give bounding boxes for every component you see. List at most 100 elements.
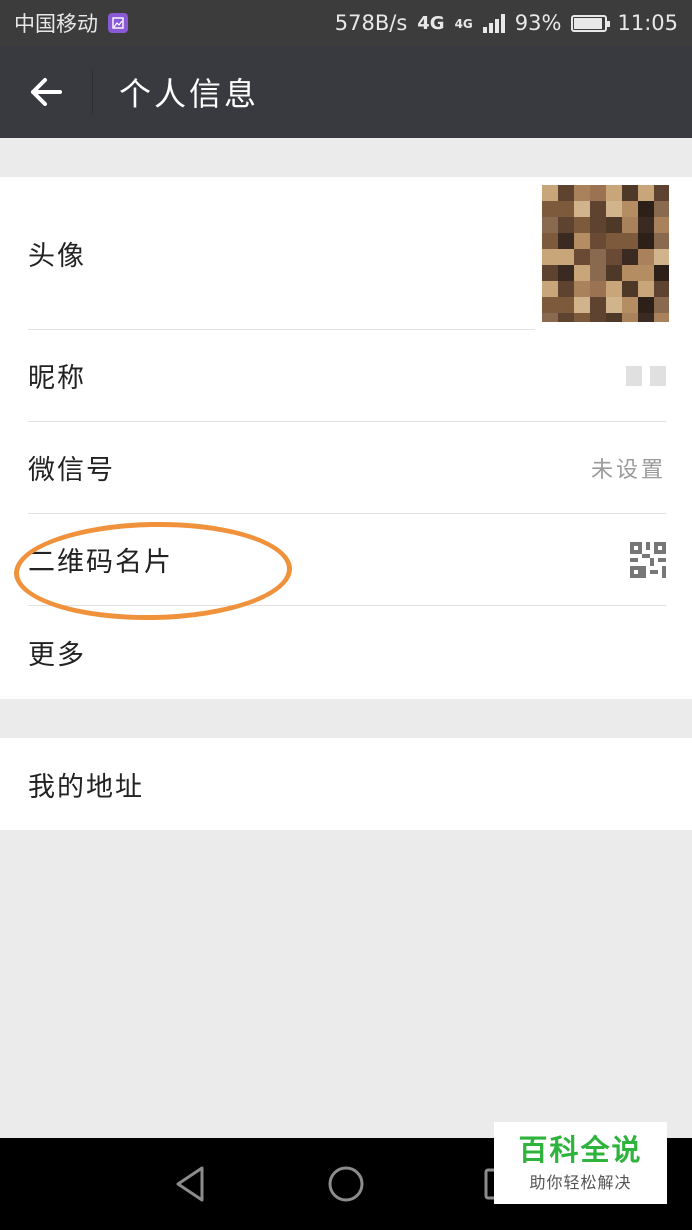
avatar-mosaic-cell xyxy=(622,281,638,297)
circle-home-icon[interactable] xyxy=(324,1162,368,1206)
battery-percent: 93% xyxy=(514,11,562,35)
avatar-mosaic-cell xyxy=(606,265,622,281)
avatar-mosaic-cell xyxy=(590,249,606,265)
avatar-mosaic-cell xyxy=(574,185,590,201)
avatar-mosaic-cell xyxy=(590,265,606,281)
more-label: 更多 xyxy=(28,640,86,671)
avatar-mosaic-cell xyxy=(654,281,669,297)
watermark-subtitle: 助你轻松解决 xyxy=(529,1173,632,1192)
avatar-mosaic-cell xyxy=(574,313,590,322)
avatar-mosaic-cell xyxy=(654,297,669,313)
avatar-mosaic-cell xyxy=(638,249,654,265)
avatar-mosaic-cell xyxy=(654,265,669,281)
avatar-mosaic-cell xyxy=(638,265,654,281)
avatar-mosaic-cell xyxy=(638,233,654,249)
avatar-mosaic-cell xyxy=(558,249,574,265)
gallery-notification-icon xyxy=(108,13,128,33)
nickname-row[interactable]: 昵称 xyxy=(28,330,666,422)
wechat-id-row[interactable]: 微信号 未设置 xyxy=(28,422,666,514)
avatar-mosaic-cell xyxy=(622,233,638,249)
avatar-mosaic-cell xyxy=(574,265,590,281)
watermark-title: 百科全说 xyxy=(518,1133,643,1167)
avatar-mosaic-cell xyxy=(606,233,622,249)
avatar-mosaic-cell xyxy=(654,217,669,233)
avatar-mosaic-cell xyxy=(574,233,590,249)
avatar-mosaic-cell xyxy=(542,313,558,322)
avatar-mosaic-cell xyxy=(654,313,669,322)
network-speed: 578B/s xyxy=(334,11,408,35)
avatar-mosaic-cell xyxy=(622,313,638,322)
watermark-logo: 百科全说 助你轻松解决 xyxy=(494,1122,667,1204)
avatar-mosaic-cell xyxy=(542,265,558,281)
address-label: 我的地址 xyxy=(28,771,144,803)
avatar-mosaic-cell xyxy=(622,297,638,313)
avatar-mosaic-cell xyxy=(590,201,606,217)
avatar-mosaic-cell xyxy=(638,297,654,313)
avatar-mosaic-cell xyxy=(654,249,669,265)
avatar-mosaic-cell xyxy=(558,297,574,313)
nickname-value-blurred xyxy=(626,365,666,386)
more-row[interactable]: 更多 xyxy=(28,606,666,699)
avatar-mosaic-cell xyxy=(558,201,574,217)
arrow-left-icon xyxy=(31,78,62,106)
address-group: 我的地址 xyxy=(0,738,692,830)
avatar-mosaic-cell xyxy=(542,201,558,217)
wechat-id-label: 微信号 xyxy=(28,455,115,486)
avatar-mosaic-cell xyxy=(606,313,622,322)
avatar-mosaic-cell xyxy=(622,201,638,217)
avatar-mosaic-cell xyxy=(638,201,654,217)
avatar-mosaic-cell xyxy=(542,281,558,297)
app-bar: 个人信息 xyxy=(0,46,692,138)
avatar-mosaic-cell xyxy=(590,217,606,233)
network-type-b: 4G xyxy=(454,17,473,31)
app-bar-divider xyxy=(92,69,93,115)
avatar-mosaic-cell xyxy=(574,201,590,217)
avatar-mosaic-cell xyxy=(542,217,558,233)
triangle-back-icon[interactable] xyxy=(170,1162,214,1206)
carrier-name: 中国移动 xyxy=(14,12,98,36)
avatar-mosaic-cell xyxy=(574,297,590,313)
battery-icon xyxy=(571,14,611,32)
clock: 11:05 xyxy=(617,11,678,35)
avatar-mosaic-cell xyxy=(542,249,558,265)
avatar-mosaic-cell xyxy=(622,217,638,233)
avatar-mosaic-cell xyxy=(654,185,669,201)
avatar-mosaic-cell xyxy=(558,185,574,201)
avatar-mosaic-cell xyxy=(590,281,606,297)
avatar-mosaic-cell xyxy=(606,249,622,265)
avatar[interactable] xyxy=(542,185,669,322)
profile-group: 头像 昵称 微信号 未设置 二维码名片 更多 xyxy=(0,177,692,699)
avatar-mosaic-cell xyxy=(574,281,590,297)
avatar-mosaic-cell xyxy=(542,185,558,201)
page-title: 个人信息 xyxy=(119,75,260,113)
wechat-id-value: 未设置 xyxy=(590,457,666,483)
avatar-mosaic-cell xyxy=(590,185,606,201)
avatar-mosaic-cell xyxy=(574,249,590,265)
avatar-mosaic-cell xyxy=(590,313,606,322)
nickname-label: 昵称 xyxy=(28,363,86,394)
avatar-mosaic-cell xyxy=(638,217,654,233)
avatar-mosaic-cell xyxy=(622,265,638,281)
back-button[interactable] xyxy=(0,46,92,138)
avatar-row[interactable]: 头像 xyxy=(28,177,535,330)
avatar-mosaic-cell xyxy=(558,217,574,233)
avatar-mosaic-cell xyxy=(654,233,669,249)
avatar-mosaic-cell xyxy=(606,217,622,233)
avatar-mosaic-cell xyxy=(590,297,606,313)
avatar-mosaic-cell xyxy=(574,217,590,233)
address-row[interactable]: 我的地址 xyxy=(28,738,666,830)
avatar-mosaic-cell xyxy=(638,185,654,201)
avatar-mosaic-cell xyxy=(638,281,654,297)
avatar-mosaic-cell xyxy=(558,281,574,297)
avatar-mosaic-cell xyxy=(606,201,622,217)
avatar-mosaic-cell xyxy=(606,281,622,297)
avatar-mosaic-cell xyxy=(558,313,574,322)
avatar-mosaic-cell xyxy=(622,249,638,265)
network-type-a: 4G xyxy=(417,12,445,34)
qr-code-icon xyxy=(630,541,666,578)
avatar-mosaic-cell xyxy=(606,297,622,313)
avatar-mosaic-cell xyxy=(590,233,606,249)
avatar-mosaic-cell xyxy=(606,185,622,201)
avatar-label: 头像 xyxy=(28,240,86,272)
avatar-mosaic-cell xyxy=(654,201,669,217)
